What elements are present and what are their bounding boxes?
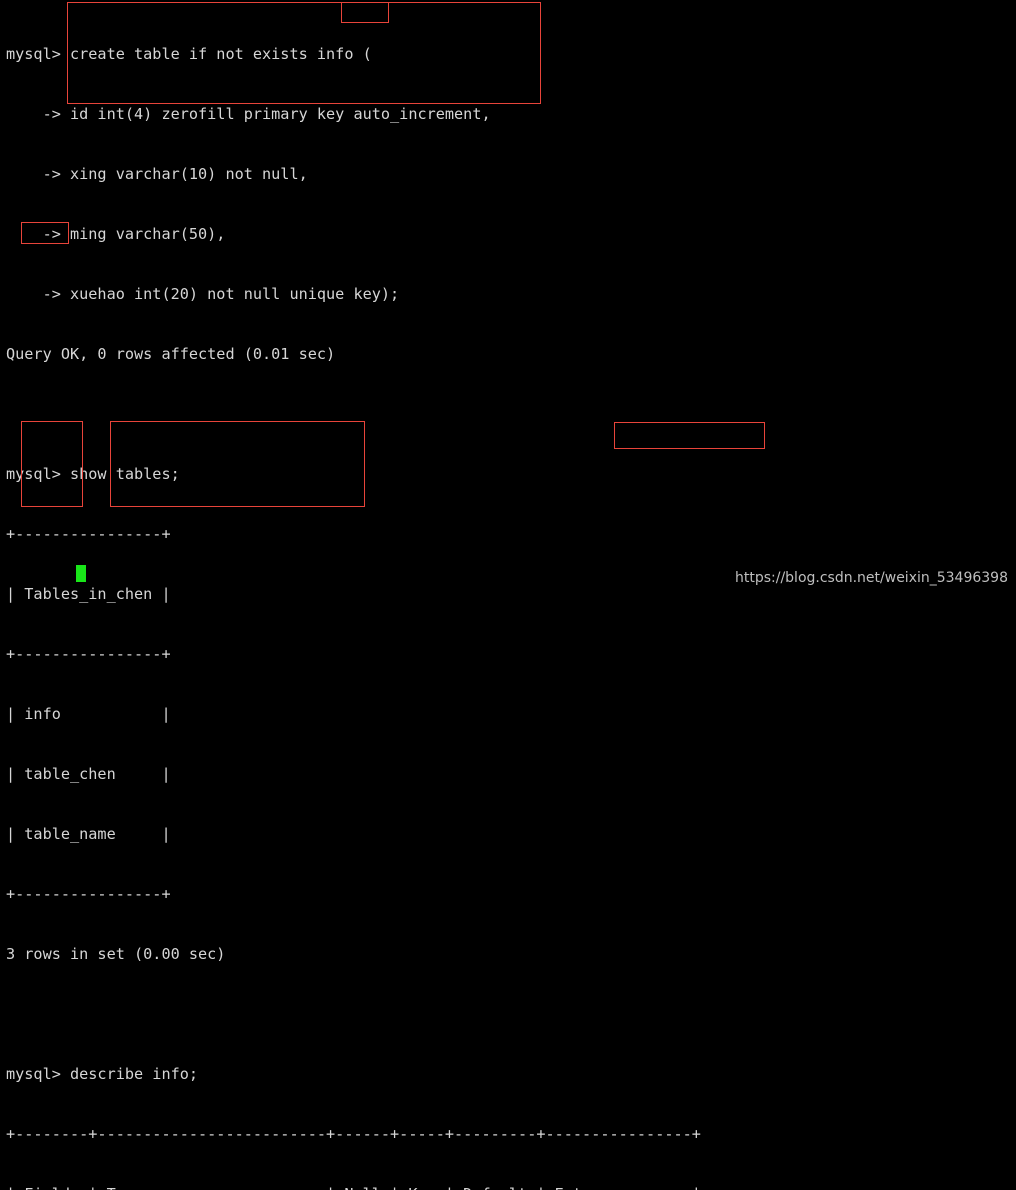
terminal-line: +--------+-------------------------+----… [6, 1125, 701, 1143]
terminal-line: | table_name | [6, 825, 171, 843]
terminal-line: -> xuehao int(20) not null unique key); [6, 285, 400, 303]
terminal-line: +----------------+ [6, 885, 171, 903]
text-cursor [76, 565, 86, 582]
terminal-line: | table_chen | [6, 765, 171, 783]
watermark-url: https://blog.csdn.net/weixin_53496398 [734, 570, 1008, 586]
terminal-line: +----------------+ [6, 645, 171, 663]
terminal-window[interactable]: mysql> create table if not exists info (… [0, 0, 1016, 1190]
terminal-line: | Tables_in_chen | [6, 585, 171, 603]
terminal-line: -> ming varchar(50), [6, 225, 226, 243]
terminal-line: mysql> describe info; [6, 1065, 199, 1083]
terminal-line: mysql> show tables; [6, 465, 180, 483]
terminal-line: | info | [6, 705, 171, 723]
terminal-line: +----------------+ [6, 525, 171, 543]
terminal-line: 3 rows in set (0.00 sec) [6, 945, 226, 963]
terminal-line: | Field | Type | Null | Key | Default | … [6, 1184, 1016, 1190]
terminal-line: -> xing varchar(10) not null, [6, 165, 308, 183]
terminal-line: Query OK, 0 rows affected (0.01 sec) [6, 345, 336, 363]
terminal-line: -> id int(4) zerofill primary key auto_i… [6, 105, 491, 123]
terminal-output: mysql> create table if not exists info (… [0, 0, 1016, 1190]
terminal-line: mysql> create table if not exists info ( [6, 45, 372, 63]
